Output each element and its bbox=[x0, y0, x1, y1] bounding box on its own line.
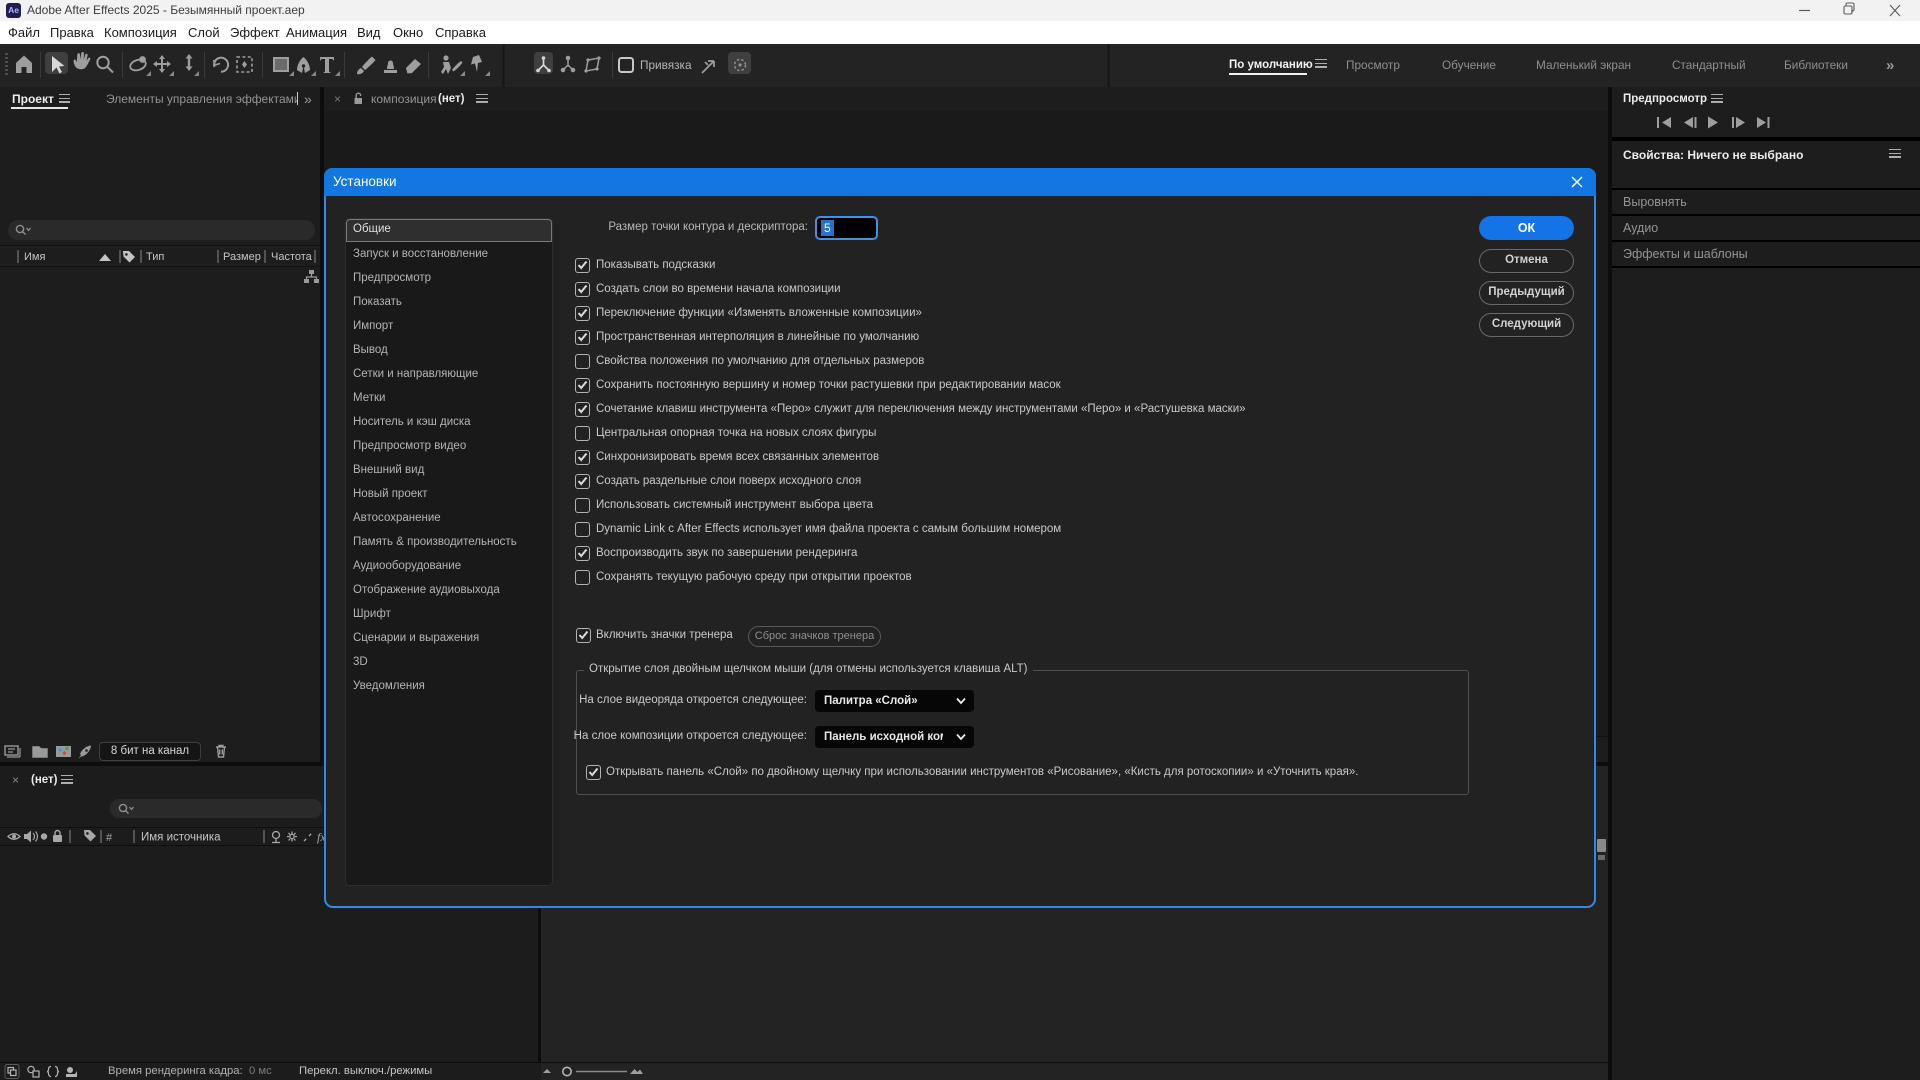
svg-text:#: # bbox=[106, 832, 113, 844]
svg-text:Имя источника: Имя источника bbox=[141, 832, 221, 844]
